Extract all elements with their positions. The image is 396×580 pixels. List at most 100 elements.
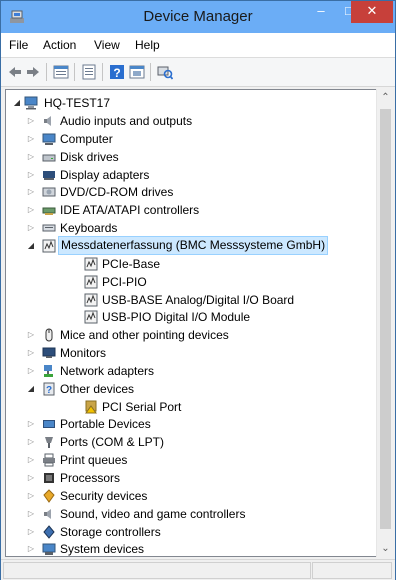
tree-item-label: Security devices (60, 488, 148, 503)
mouse-icon (45, 328, 53, 342)
monitor-icon (42, 347, 56, 359)
show-hidden-icon[interactable] (81, 64, 97, 80)
collapsed-triangle-icon[interactable]: ▷ (26, 505, 36, 523)
collapsed-triangle-icon[interactable]: ▷ (26, 130, 36, 148)
scroll-thumb[interactable] (380, 109, 391, 529)
root-label: HQ-TEST17 (44, 96, 111, 110)
tree-item-label: Mice and other pointing devices (60, 328, 229, 343)
status-bar (1, 559, 395, 580)
vertical-scrollbar[interactable]: ⌃ ⌄ (376, 89, 394, 557)
tree-item-label: Ports (COM & LPT) (60, 435, 165, 450)
sound-icon (44, 508, 51, 519)
tree-item-label: Disk drives (60, 149, 119, 164)
minimize-icon: – (317, 3, 325, 18)
toolbar-separator (102, 63, 103, 81)
toolbar-separator (46, 63, 47, 81)
tree-item-label: Sound, video and game controllers (60, 506, 246, 521)
status-pane (3, 562, 311, 579)
processor-icon (44, 473, 54, 483)
menu-file[interactable]: File (9, 38, 28, 52)
computer-root-icon (24, 96, 38, 110)
portable-device-icon (43, 420, 55, 429)
toolbar-separator (150, 63, 151, 81)
expanded-triangle-icon[interactable]: ◢ (26, 380, 36, 398)
collapsed-triangle-icon[interactable]: ▷ (26, 523, 36, 541)
close-button[interactable]: ✕ (351, 1, 393, 23)
tree-item-label: Portable Devices (60, 417, 151, 432)
tree-item-label: Storage controllers (60, 524, 161, 539)
scroll-down-icon[interactable]: ⌄ (377, 540, 394, 557)
collapsed-triangle-icon[interactable]: ▷ (26, 540, 36, 556)
network-icon (44, 364, 53, 377)
collapsed-triangle-icon[interactable]: ▷ (26, 183, 36, 201)
tree-item-label: System devices (60, 542, 145, 557)
svg-text:?: ? (113, 66, 120, 80)
collapsed-triangle-icon[interactable]: ▷ (26, 219, 36, 237)
collapsed-triangle-icon[interactable]: ▷ (26, 148, 36, 166)
collapsed-triangle-icon[interactable]: ▷ (26, 487, 36, 505)
other-devices-icon: ? (43, 382, 55, 396)
help-icon[interactable]: ? (109, 64, 125, 80)
keyboard-icon (42, 224, 56, 232)
collapsed-triangle-icon[interactable]: ▷ (26, 344, 36, 362)
menu-action[interactable]: Action (43, 38, 76, 52)
toolbar-separator (74, 63, 75, 81)
tree-item-label: Keyboards (60, 221, 118, 236)
tree-item-label: USB-BASE Analog/Digital I/O Board (102, 292, 295, 307)
collapsed-triangle-icon[interactable]: ▷ (26, 362, 36, 380)
forward-icon[interactable] (25, 64, 41, 80)
port-icon (45, 437, 53, 449)
expanded-triangle-icon[interactable]: ◢ (26, 237, 36, 255)
security-icon (43, 489, 55, 503)
collapsed-triangle-icon[interactable]: ▷ (26, 415, 36, 433)
toolbar: ? (1, 58, 395, 87)
collapsed-triangle-icon[interactable]: ▷ (26, 201, 36, 219)
collapsed-triangle-icon[interactable]: ▷ (26, 166, 36, 184)
tree-item-label: PCIe-Base (102, 256, 161, 271)
storage-icon (43, 524, 55, 539)
tree-item-label: IDE ATA/ATAPI controllers (60, 203, 200, 218)
scan-hardware-icon[interactable] (157, 64, 173, 80)
update-driver-icon[interactable] (129, 64, 145, 80)
close-icon: ✕ (366, 3, 378, 18)
tree-item-label: Audio inputs and outputs (60, 114, 193, 128)
scroll-up-icon[interactable]: ⌃ (377, 89, 394, 106)
back-icon[interactable] (7, 64, 23, 80)
tree-item-label: Monitors (60, 346, 107, 361)
tree-item-label: Display adapters (60, 167, 150, 182)
collapsed-triangle-icon[interactable]: ▷ (26, 326, 36, 344)
system-icon (42, 543, 56, 556)
menu-view[interactable]: View (94, 38, 120, 52)
daq-icon (84, 275, 98, 289)
svg-text:?: ? (46, 385, 52, 396)
title-bar[interactable]: Device Manager – □ ✕ (1, 1, 395, 33)
device-tree[interactable]: ◢ HQ-TEST17 ▷ Audio inputs and outputs ▷ Co… (5, 89, 377, 557)
status-pane (312, 562, 392, 579)
speaker-icon (44, 116, 51, 126)
tree-item-label: Processors (60, 471, 121, 485)
daq-icon (84, 310, 98, 324)
tree-item-label: Other devices (60, 381, 135, 396)
properties-icon[interactable] (53, 64, 69, 80)
minimize-button[interactable]: – (307, 1, 335, 23)
display-adapter-icon (43, 170, 55, 180)
collapsed-triangle-icon[interactable]: ▷ (26, 433, 36, 451)
daq-icon (84, 257, 98, 271)
collapsed-triangle-icon[interactable]: ▷ (26, 469, 36, 487)
tree-item-label: PCI-PIO (102, 274, 147, 289)
collapsed-triangle-icon[interactable]: ▷ (26, 451, 36, 469)
device-manager-window: Device Manager – □ ✕ File Action View He… (0, 0, 396, 580)
tree-item-label: Print queues (60, 453, 128, 468)
daq-icon (84, 293, 98, 306)
tree-item-label: PCI Serial Port (102, 399, 182, 414)
tree-item-label: DVD/CD-ROM drives (60, 185, 174, 200)
daq-icon (42, 239, 56, 253)
menu-bar: File Action View Help (1, 33, 395, 58)
ide-controller-icon (42, 207, 56, 216)
menu-help[interactable]: Help (135, 38, 160, 52)
dvd-drive-icon (42, 187, 56, 197)
tree-item-label: Network adapters (60, 363, 155, 378)
expanded-triangle-icon[interactable]: ◢ (12, 94, 22, 112)
tree-item-label: USB-PIO Digital I/O Module (102, 310, 251, 325)
collapsed-triangle-icon[interactable]: ▷ (26, 112, 36, 130)
